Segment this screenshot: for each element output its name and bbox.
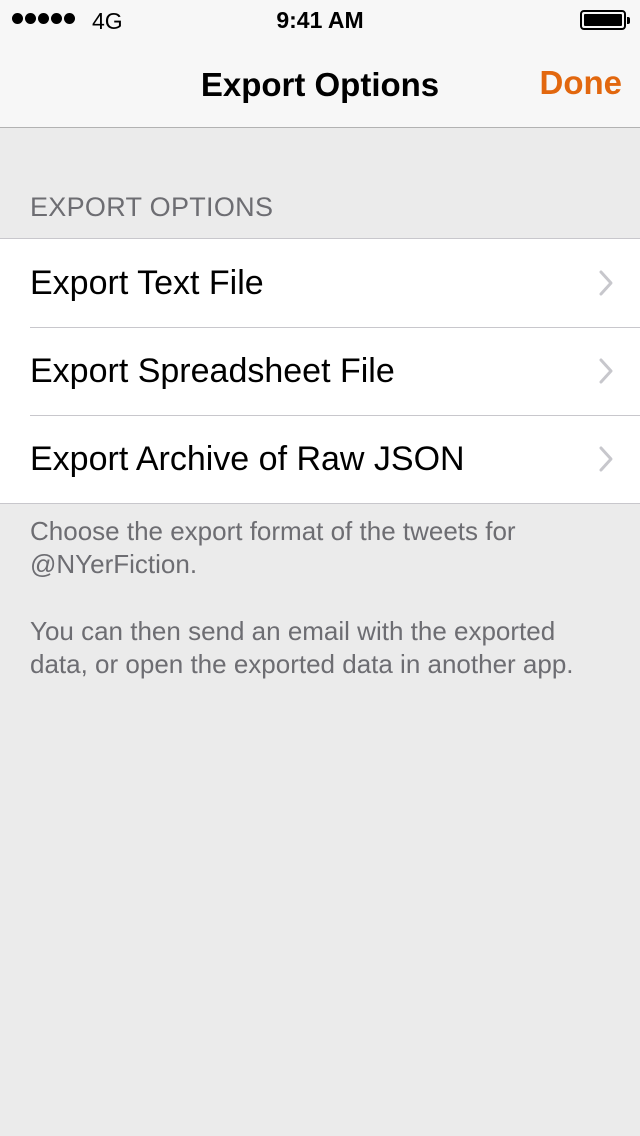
section-footer: Choose the export format of the tweets f…	[30, 515, 620, 681]
done-button[interactable]: Done	[540, 64, 623, 102]
footer-text-share: You can then send an email with the expo…	[30, 616, 574, 679]
status-time: 9:41 AM	[276, 7, 364, 33]
export-options-list: Export Text File Export Spreadsheet File…	[0, 238, 640, 504]
export-raw-json-item[interactable]: Export Archive of Raw JSON	[0, 415, 640, 503]
battery-icon	[580, 10, 630, 30]
list-item-label: Export Spreadsheet File	[30, 351, 395, 390]
chevron-right-icon	[599, 358, 613, 384]
status-bar: 4G 9:41 AM	[0, 0, 640, 40]
list-item-label: Export Text File	[30, 263, 264, 302]
export-spreadsheet-file-item[interactable]: Export Spreadsheet File	[0, 327, 640, 415]
list-item-label: Export Archive of Raw JSON	[30, 439, 465, 478]
section-header: EXPORT OPTIONS	[30, 192, 274, 222]
chevron-right-icon	[599, 446, 613, 472]
chevron-right-icon	[599, 270, 613, 296]
navigation-bar: Export Options Done	[0, 40, 640, 128]
export-text-file-item[interactable]: Export Text File	[0, 239, 640, 327]
footer-text-format: Choose the export format of the tweets f…	[30, 516, 516, 579]
